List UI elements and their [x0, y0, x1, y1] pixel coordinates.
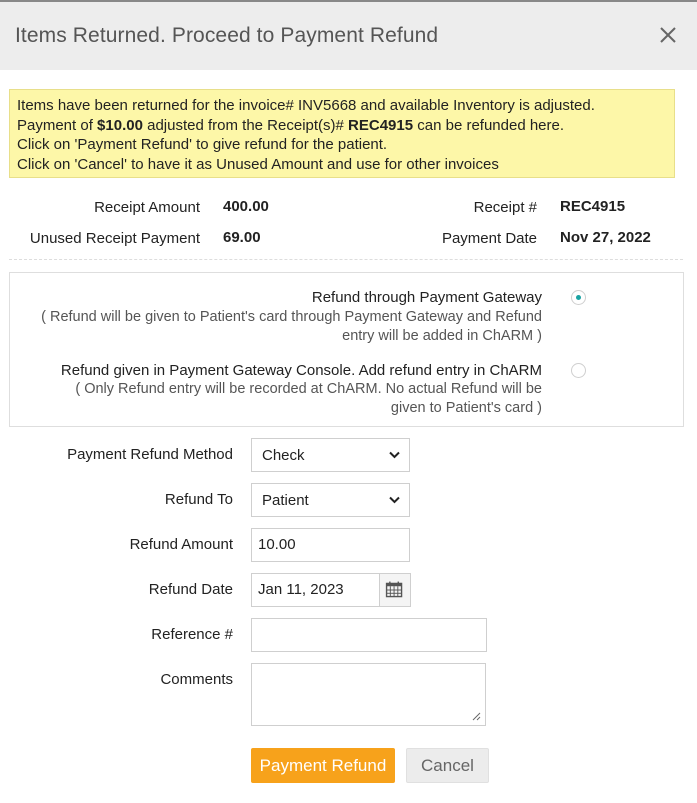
notice-text: Payment of: [17, 116, 98, 134]
unused-receipt-label: Unused Receipt Payment: [29, 230, 200, 247]
comments-textarea[interactable]: [251, 663, 486, 726]
refund-date-label: Refund Date: [148, 581, 233, 598]
refund-dialog: Items Returned. Proceed to Payment Refun…: [0, 0, 697, 803]
notice-line-4: Click on 'Cancel' to have it as Unused A…: [17, 155, 499, 173]
option-desc-line: entry will be added in ChARM ): [342, 328, 542, 344]
dialog-header: Items Returned. Proceed to Payment Refun…: [0, 2, 697, 70]
refund-method-select[interactable]: Check: [251, 438, 410, 472]
option-console-desc: ( Only Refund entry will be recorded at …: [75, 380, 542, 418]
receipt-highlight: REC4915: [348, 116, 414, 134]
refund-method-label: Payment Refund Method: [67, 446, 233, 463]
radio-gateway-refund[interactable]: [571, 290, 586, 305]
notice-line-2: Payment of $10.00 adjusted from the Rece…: [17, 116, 667, 136]
refund-method-value: Check: [262, 447, 305, 464]
unused-receipt-value: 69.00: [223, 229, 261, 246]
chevron-down-icon: [389, 451, 400, 459]
refund-amount-highlight: $10.00: [97, 116, 143, 134]
option-desc-line: given to Patient's card ): [390, 400, 542, 416]
refund-to-select[interactable]: Patient: [251, 483, 410, 517]
notice-text: can be refunded here.: [413, 116, 565, 134]
option-desc-line: ( Only Refund entry will be recorded at …: [75, 381, 542, 397]
dialog-title: Items Returned. Proceed to Payment Refun…: [15, 24, 439, 47]
section-divider: [9, 259, 683, 260]
chevron-down-icon: [389, 496, 400, 504]
info-notice: Items have been returned for the invoice…: [9, 89, 675, 178]
cancel-button[interactable]: Cancel: [406, 748, 489, 783]
option-desc-line: ( Refund will be given to Patient's card…: [41, 309, 542, 325]
payment-refund-button[interactable]: Payment Refund: [251, 748, 395, 783]
refund-date-input[interactable]: Jan 11, 2023: [251, 573, 380, 607]
payment-date-label: Payment Date: [441, 230, 537, 247]
resize-handle-icon[interactable]: [472, 712, 481, 721]
notice-text: adjusted from the Receipt(s)#: [142, 116, 349, 134]
refund-amount-label: Refund Amount: [129, 536, 233, 553]
option-gateway-title: Refund through Payment Gateway: [311, 289, 542, 306]
notice-line-3: Click on 'Payment Refund' to give refund…: [17, 136, 388, 153]
refund-amount-input[interactable]: 10.00: [251, 528, 410, 562]
option-gateway-desc: ( Refund will be given to Patient's card…: [41, 308, 542, 346]
calendar-button[interactable]: [379, 573, 411, 607]
refund-to-label: Refund To: [164, 491, 233, 508]
receipt-number-label: Receipt #: [473, 199, 537, 216]
receipt-amount-value: 400.00: [223, 198, 269, 215]
refund-to-value: Patient: [262, 492, 309, 509]
receipt-number-value: REC4915: [560, 198, 626, 215]
receipt-amount-label: Receipt Amount: [94, 199, 200, 216]
reference-label: Reference #: [151, 626, 233, 643]
payment-date-value: Nov 27, 2022: [560, 229, 651, 246]
reference-input[interactable]: [251, 618, 487, 652]
radio-console-refund[interactable]: [571, 363, 586, 378]
notice-line-1: Items have been returned for the invoice…: [17, 97, 595, 114]
option-console-title: Refund given in Payment Gateway Console.…: [60, 362, 542, 379]
calendar-icon: [385, 581, 403, 598]
comments-label: Comments: [160, 671, 233, 688]
refund-options-box: Refund through Payment Gateway ( Refund …: [9, 272, 684, 427]
close-icon[interactable]: [657, 24, 679, 46]
